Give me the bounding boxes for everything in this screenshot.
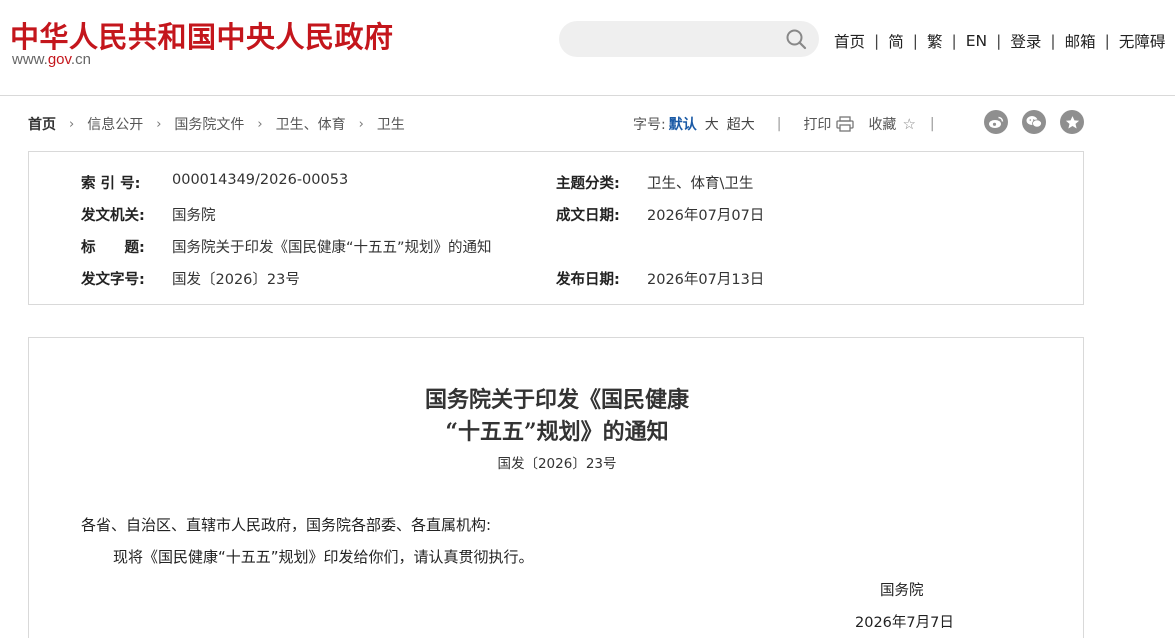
document-date: 2026年7月7日 bbox=[855, 615, 954, 631]
chevron-right-icon: › bbox=[358, 116, 364, 132]
url-prefix: www. bbox=[12, 51, 48, 68]
meta-title-value: 国务院关于印发《国民健康“十五五”规划》的通知 bbox=[172, 240, 492, 256]
meta-index-value: 000014349/2026-00053 bbox=[172, 172, 349, 188]
site-logo-url[interactable]: www.gov.cn bbox=[12, 51, 91, 68]
document-title-line2: “十五五”规划》的通知 bbox=[445, 419, 669, 445]
nav-traditional[interactable]: 繁 bbox=[927, 30, 943, 52]
meta-topic-row: 主题分类: 卫生、体育\卫生 bbox=[556, 172, 753, 193]
chevron-right-icon: › bbox=[156, 116, 162, 132]
font-size-xlarge-button[interactable]: 超大 bbox=[727, 114, 755, 134]
font-size-large-button[interactable]: 大 bbox=[705, 114, 719, 134]
document-title-line1: 国务院关于印发《国民健康 bbox=[424, 387, 689, 413]
meta-docno-row: 发文字号: 国发〔2026〕23号 bbox=[81, 268, 300, 289]
chevron-right-icon: › bbox=[69, 116, 75, 132]
breadcrumb-info-public[interactable]: 信息公开 bbox=[87, 114, 143, 134]
font-size-label: 字号: bbox=[633, 117, 666, 133]
weibo-share-button[interactable] bbox=[984, 110, 1008, 134]
meta-title-row: 标 题: 国务院关于印发《国民健康“十五五”规划》的通知 bbox=[81, 236, 492, 257]
star-icon[interactable]: ☆ bbox=[902, 115, 915, 133]
nav-mail[interactable]: 邮箱 bbox=[1065, 30, 1096, 52]
meta-issuer-label: 发文机关: bbox=[81, 208, 145, 224]
search-icon[interactable] bbox=[785, 28, 807, 50]
url-gov: gov bbox=[47, 51, 71, 68]
breadcrumb: 首页 › 信息公开 › 国务院文件 › 卫生、体育 › 卫生 bbox=[28, 114, 405, 134]
qzone-share-button[interactable] bbox=[1060, 110, 1084, 134]
meta-published-label: 发布日期: bbox=[556, 272, 620, 288]
meta-issuer-row: 发文机关: 国务院 bbox=[81, 204, 216, 225]
wechat-icon bbox=[1026, 116, 1042, 128]
nav-separator: | bbox=[951, 32, 957, 50]
document-number: 国发〔2026〕23号 bbox=[497, 456, 617, 472]
search-input[interactable] bbox=[559, 21, 819, 57]
chevron-right-icon: › bbox=[257, 116, 263, 132]
meta-topic-value: 卫生、体育\卫生 bbox=[647, 176, 754, 192]
nav-home[interactable]: 首页 bbox=[834, 30, 865, 52]
document-salutation: 各省、自治区、直辖市人民政府，国务院各部委、各直属机构: bbox=[81, 516, 492, 534]
meta-docno-value: 国发〔2026〕23号 bbox=[172, 272, 300, 288]
tools-divider: | bbox=[929, 116, 935, 132]
meta-written-label: 成文日期: bbox=[556, 208, 620, 224]
breadcrumb-health-sports[interactable]: 卫生、体育 bbox=[276, 114, 346, 134]
font-size-default-button[interactable]: 默认 bbox=[669, 114, 697, 134]
nav-separator: | bbox=[874, 32, 880, 50]
nav-login[interactable]: 登录 bbox=[1010, 30, 1041, 52]
meta-title-label: 标 题: bbox=[81, 240, 145, 256]
wechat-share-button[interactable] bbox=[1022, 110, 1046, 134]
meta-topic-label: 主题分类: bbox=[556, 176, 620, 192]
document-signature: 国务院 bbox=[880, 583, 924, 599]
nav-separator: | bbox=[1050, 32, 1056, 50]
meta-docno-label: 发文字号: bbox=[81, 272, 145, 288]
meta-published-value: 2026年07月13日 bbox=[647, 272, 765, 288]
document-meta-box: 索 引 号: 000014349/2026-00053 主题分类: 卫生、体育\… bbox=[28, 151, 1084, 305]
meta-published-row: 发布日期: 2026年07月13日 bbox=[556, 268, 764, 289]
page-tools: 字号: 默认 大 超大 | 打印 收藏 ☆ | bbox=[633, 114, 935, 134]
nav-english[interactable]: EN bbox=[966, 32, 987, 50]
breadcrumb-home[interactable]: 首页 bbox=[28, 114, 56, 134]
nav-separator: | bbox=[912, 32, 918, 50]
nav-separator: | bbox=[1104, 32, 1110, 50]
tools-divider: | bbox=[776, 116, 782, 132]
meta-issuer-value: 国务院 bbox=[172, 208, 216, 224]
meta-index-row: 索 引 号: 000014349/2026-00053 bbox=[81, 172, 348, 193]
meta-written-value: 2026年07月07日 bbox=[647, 208, 765, 224]
breadcrumb-health[interactable]: 卫生 bbox=[377, 114, 405, 134]
meta-written-row: 成文日期: 2026年07月07日 bbox=[556, 204, 764, 225]
nav-accessibility[interactable]: 无障碍 bbox=[1119, 30, 1166, 52]
site-header: 中华人民共和国中央人民政府 www.gov.cn 首页 | 简 | 繁 | EN… bbox=[0, 0, 1175, 96]
site-logo-title[interactable]: 中华人民共和国中央人民政府 bbox=[10, 14, 394, 56]
weibo-icon bbox=[989, 116, 1004, 128]
document-body: 现将《国民健康“十五五”规划》印发给你们，请认真贯彻执行。 bbox=[113, 548, 534, 566]
document-content: 国务院关于印发《国民健康 “十五五”规划》的通知 国发〔2026〕23号 各省、… bbox=[28, 337, 1084, 638]
meta-index-label: 索 引 号: bbox=[81, 176, 141, 192]
breadcrumb-state-council-docs[interactable]: 国务院文件 bbox=[174, 114, 244, 134]
top-nav: 首页 | 简 | 繁 | EN | 登录 | 邮箱 | 无障碍 bbox=[834, 30, 1165, 52]
nav-separator: | bbox=[996, 32, 1002, 50]
favorite-button[interactable]: 收藏 bbox=[868, 114, 896, 134]
printer-icon[interactable] bbox=[836, 116, 855, 132]
qzone-icon bbox=[1065, 115, 1079, 128]
nav-simplified[interactable]: 简 bbox=[888, 30, 904, 52]
url-suffix: .cn bbox=[70, 51, 91, 68]
print-button[interactable]: 打印 bbox=[803, 114, 831, 134]
